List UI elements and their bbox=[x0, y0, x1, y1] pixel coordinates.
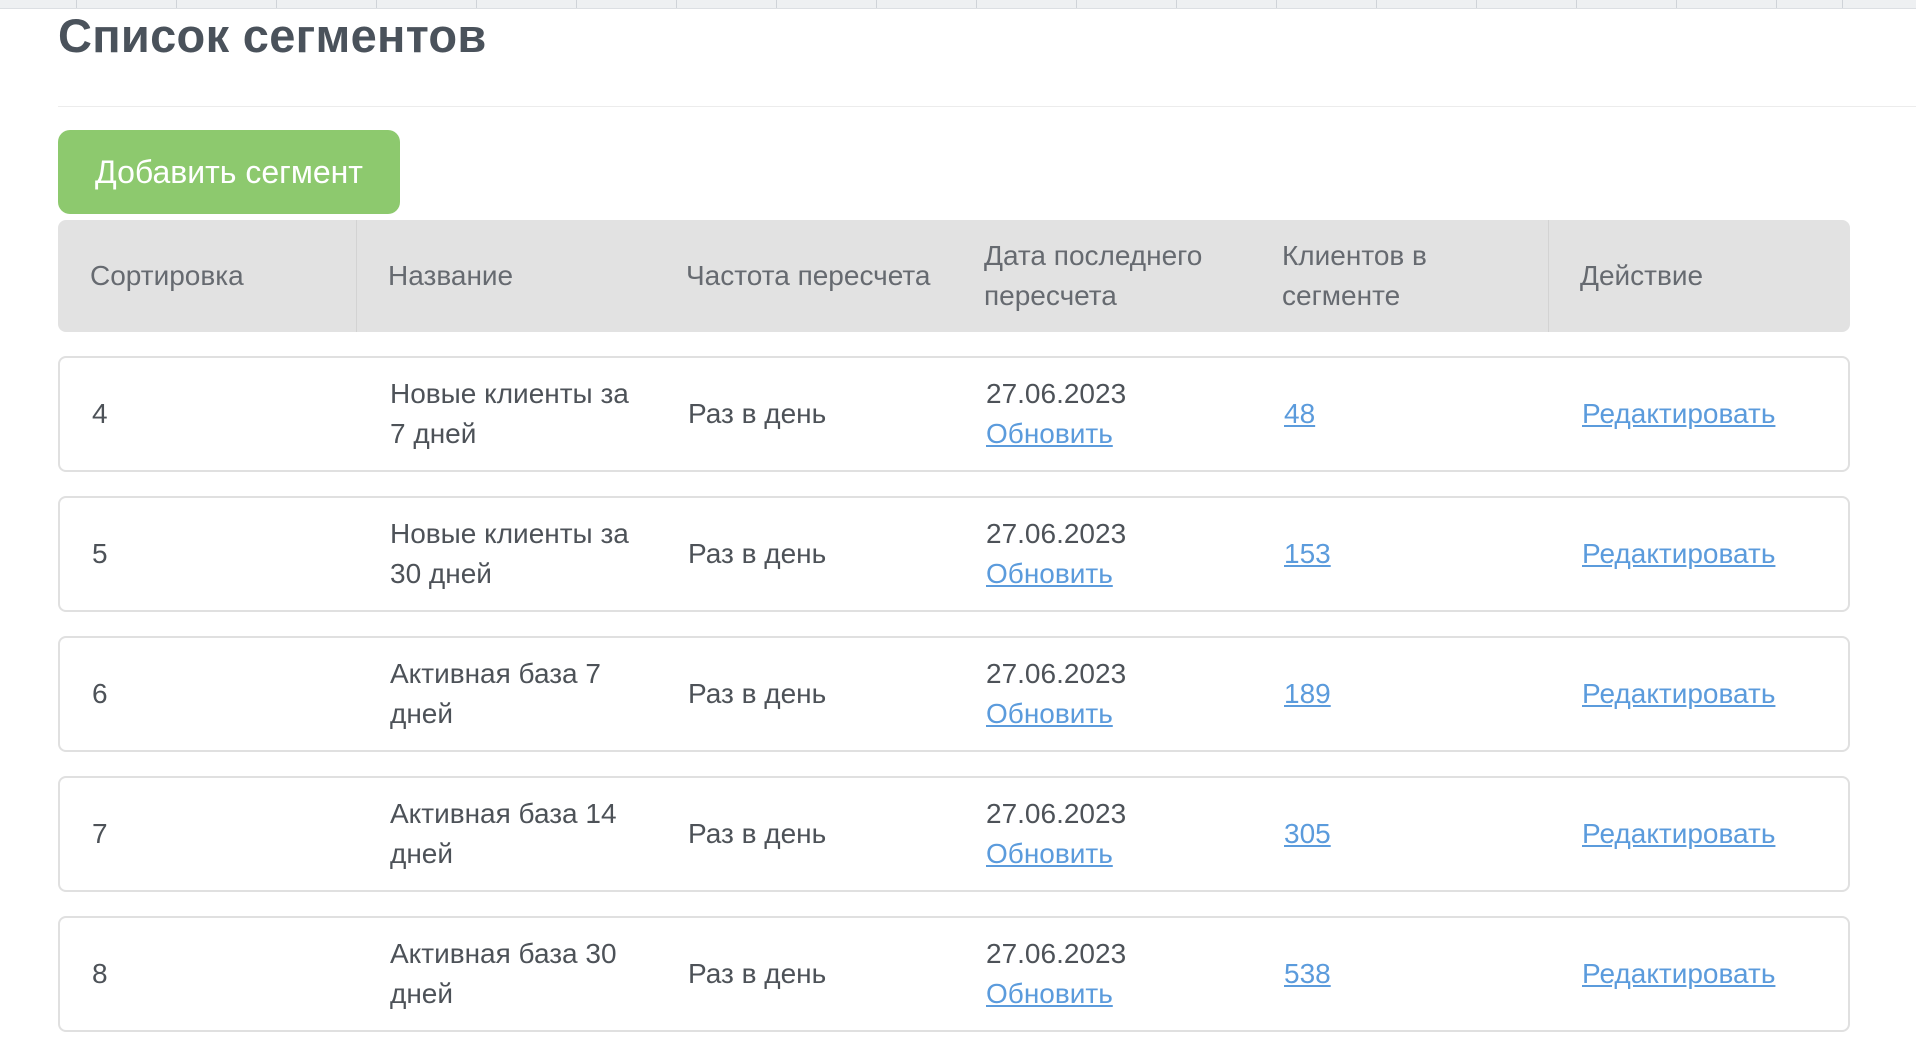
header-clients[interactable]: Клиентов в сегменте bbox=[1250, 220, 1548, 332]
table-header: Сортировка Название Частота пересчета Да… bbox=[58, 220, 1850, 332]
top-strip-divider bbox=[776, 0, 777, 8]
top-strip-divider bbox=[876, 0, 877, 8]
top-strip-divider bbox=[1276, 0, 1277, 8]
row-date-cell: 27.06.2023 Обновить bbox=[954, 498, 1252, 610]
row-action-cell: Редактировать bbox=[1550, 778, 1848, 890]
row-date-cell: 27.06.2023 Обновить bbox=[954, 778, 1252, 890]
row-date: 27.06.2023 bbox=[986, 798, 1127, 829]
row-date: 27.06.2023 bbox=[986, 518, 1127, 549]
table-row: 4 Новые клиенты за 7 дней Раз в день 27.… bbox=[58, 356, 1850, 472]
top-strip-divider bbox=[476, 0, 477, 8]
clients-count-link[interactable]: 305 bbox=[1284, 814, 1331, 854]
clients-count-link[interactable]: 153 bbox=[1284, 534, 1331, 574]
row-clients-cell: 538 bbox=[1252, 918, 1550, 1030]
refresh-link[interactable]: Обновить bbox=[986, 834, 1126, 874]
row-sort: 8 bbox=[92, 958, 108, 989]
top-strip-divider bbox=[76, 0, 77, 8]
top-strip-divider bbox=[1076, 0, 1077, 8]
row-frequency: Раз в день bbox=[688, 958, 827, 989]
row-sort: 6 bbox=[92, 678, 108, 709]
top-strip-divider bbox=[676, 0, 677, 8]
row-action-cell: Редактировать bbox=[1550, 638, 1848, 750]
row-clients-cell: 189 bbox=[1252, 638, 1550, 750]
header-frequency-label: Частота пересчета bbox=[686, 260, 931, 291]
row-action-cell: Редактировать bbox=[1550, 498, 1848, 610]
add-segment-button[interactable]: Добавить сегмент bbox=[58, 130, 400, 214]
row-action-cell: Редактировать bbox=[1550, 918, 1848, 1030]
row-name-text: Новые клиенты за 7 дней bbox=[390, 378, 629, 449]
table-row: 6 Активная база 7 дней Раз в день 27.06.… bbox=[58, 636, 1850, 752]
row-name-text: Активная база 30 дней bbox=[390, 938, 617, 1009]
top-strip-divider bbox=[276, 0, 277, 8]
edit-link[interactable]: Редактировать bbox=[1582, 814, 1775, 854]
header-sort[interactable]: Сортировка bbox=[58, 220, 356, 332]
header-clients-label: Клиентов в сегменте bbox=[1282, 240, 1427, 311]
table-row: 8 Активная база 30 дней Раз в день 27.06… bbox=[58, 916, 1850, 1032]
clients-count-link[interactable]: 48 bbox=[1284, 394, 1315, 434]
clients-count-link[interactable]: 538 bbox=[1284, 954, 1331, 994]
refresh-link[interactable]: Обновить bbox=[986, 414, 1126, 454]
header-name[interactable]: Название bbox=[356, 220, 654, 332]
top-strip-divider bbox=[576, 0, 577, 8]
row-frequency: Раз в день bbox=[688, 678, 827, 709]
row-date-cell: 27.06.2023 Обновить bbox=[954, 638, 1252, 750]
row-name-text: Новые клиенты за 30 дней bbox=[390, 518, 629, 589]
top-strip-divider bbox=[1476, 0, 1477, 8]
top-strip-divider bbox=[1676, 0, 1677, 8]
page-title: Список сегментов bbox=[58, 9, 487, 62]
row-date: 27.06.2023 bbox=[986, 658, 1127, 689]
row-sort: 7 bbox=[92, 818, 108, 849]
title-divider bbox=[58, 106, 1916, 107]
row-date-cell: 27.06.2023 Обновить bbox=[954, 918, 1252, 1030]
row-frequency: Раз в день bbox=[688, 818, 827, 849]
top-strip-divider bbox=[376, 0, 377, 8]
row-clients-cell: 153 bbox=[1252, 498, 1550, 610]
row-date: 27.06.2023 bbox=[986, 378, 1127, 409]
top-strip-divider bbox=[976, 0, 977, 8]
refresh-link[interactable]: Обновить bbox=[986, 974, 1126, 1014]
edit-link[interactable]: Редактировать bbox=[1582, 674, 1775, 714]
row-frequency: Раз в день bbox=[688, 538, 827, 569]
top-strip-divider bbox=[1776, 0, 1777, 8]
row-name: Активная база 14 дней bbox=[358, 778, 656, 890]
row-date-cell: 27.06.2023 Обновить bbox=[954, 358, 1252, 470]
edit-link[interactable]: Редактировать bbox=[1582, 394, 1775, 434]
table-row: 7 Активная база 14 дней Раз в день 27.06… bbox=[58, 776, 1850, 892]
header-last-date-label: Дата последнего пересчета bbox=[984, 240, 1203, 311]
header-last-date[interactable]: Дата последнего пересчета bbox=[952, 220, 1250, 332]
edit-link[interactable]: Редактировать bbox=[1582, 534, 1775, 574]
row-name: Новые клиенты за 30 дней bbox=[358, 498, 656, 610]
top-strip-divider bbox=[1576, 0, 1577, 8]
row-name: Новые клиенты за 7 дней bbox=[358, 358, 656, 470]
row-name: Активная база 30 дней bbox=[358, 918, 656, 1030]
row-name-text: Активная база 14 дней bbox=[390, 798, 617, 869]
header-frequency[interactable]: Частота пересчета bbox=[654, 220, 952, 332]
top-strip-divider bbox=[1376, 0, 1377, 8]
table-row: 5 Новые клиенты за 30 дней Раз в день 27… bbox=[58, 496, 1850, 612]
top-strip-divider bbox=[176, 0, 177, 8]
header-action[interactable]: Действие bbox=[1548, 220, 1850, 332]
row-clients-cell: 48 bbox=[1252, 358, 1550, 470]
row-sort: 5 bbox=[92, 538, 108, 569]
refresh-link[interactable]: Обновить bbox=[986, 554, 1126, 594]
row-sort: 4 bbox=[92, 398, 108, 429]
top-strip-divider bbox=[1176, 0, 1177, 8]
refresh-link[interactable]: Обновить bbox=[986, 694, 1126, 734]
row-clients-cell: 305 bbox=[1252, 778, 1550, 890]
row-name: Активная база 7 дней bbox=[358, 638, 656, 750]
edit-link[interactable]: Редактировать bbox=[1582, 954, 1775, 994]
row-date: 27.06.2023 bbox=[986, 938, 1127, 969]
row-name-text: Активная база 7 дней bbox=[390, 658, 601, 729]
top-strip-divider bbox=[1842, 0, 1843, 8]
row-action-cell: Редактировать bbox=[1550, 358, 1848, 470]
clients-count-link[interactable]: 189 bbox=[1284, 674, 1331, 714]
row-frequency: Раз в день bbox=[688, 398, 827, 429]
